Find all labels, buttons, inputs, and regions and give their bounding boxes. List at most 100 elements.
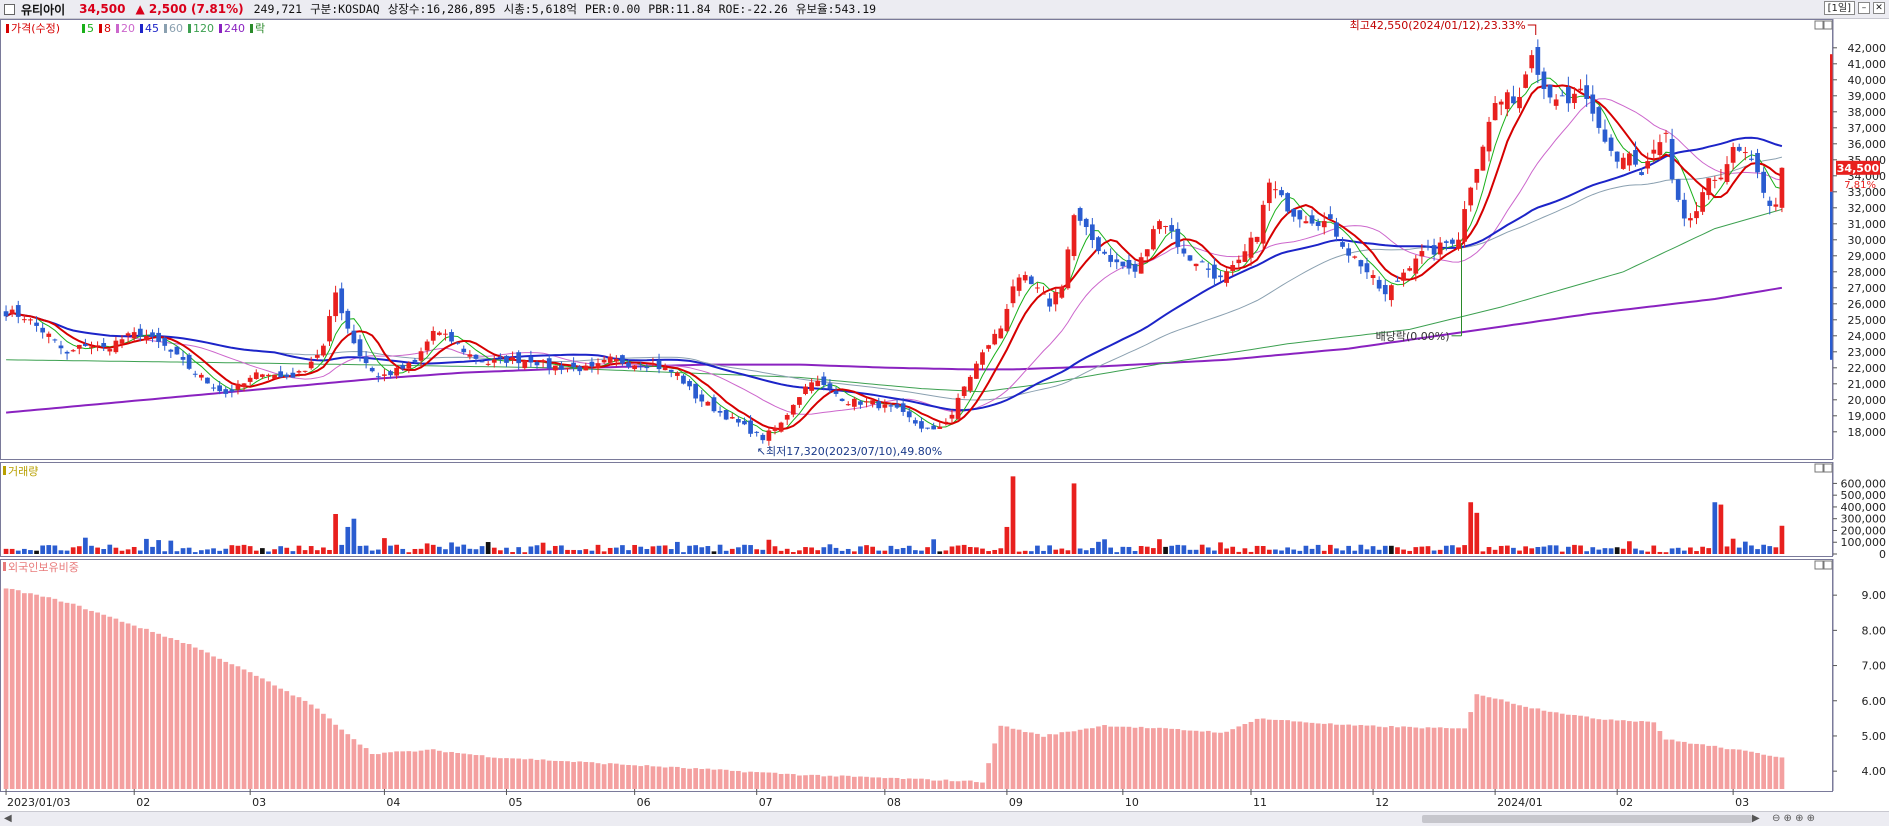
foreign-ratio-bar	[247, 672, 253, 789]
candle-body	[1364, 263, 1370, 273]
candle-body	[845, 404, 851, 406]
foreign-ratio-bar	[1401, 726, 1406, 789]
volume-bar	[168, 540, 174, 554]
scroll-left-icon[interactable]: ◀	[4, 813, 12, 824]
candle-body	[1266, 182, 1272, 204]
foreign-ratio-bar	[76, 605, 82, 789]
volume-bar	[1364, 549, 1370, 554]
volume-bar	[626, 550, 631, 554]
volume-bar	[913, 550, 918, 554]
foreign-ratio-bar	[900, 779, 906, 789]
volume-bar	[162, 551, 168, 554]
foreign-ratio-bar	[687, 768, 692, 789]
candle-body	[589, 361, 595, 367]
volume-pane-frame	[0, 462, 1833, 557]
foreign-ratio-bar	[656, 766, 662, 789]
pane-close-icon	[1823, 560, 1833, 570]
foreign-ratio-bar	[754, 772, 760, 789]
volume-bar	[1004, 526, 1010, 554]
volume-bar	[1218, 542, 1223, 554]
x-tick-label: 07	[759, 796, 773, 809]
volume-bar	[1010, 476, 1016, 554]
volume-bar	[1089, 548, 1095, 554]
candle-body	[577, 366, 583, 372]
foreign-ratio-bar	[455, 753, 461, 789]
zoom-controls-icon[interactable]: ⊖ ⊕ ⊕ ⊕	[1772, 813, 1815, 824]
price-change: ▲ 2,500 (7.81%)	[135, 2, 244, 16]
foreign-ratio-bar	[1608, 719, 1614, 789]
candle-body	[559, 365, 564, 370]
foreign-ratio-bar	[1706, 745, 1712, 789]
volume-bar	[803, 547, 808, 554]
y-tick-label: 22,000	[1848, 362, 1887, 375]
foreign-ratio-bar	[1669, 739, 1675, 789]
foreign-ratio-bar	[827, 775, 833, 789]
foreign-ratio-bar	[1712, 745, 1718, 789]
legend-swatch	[164, 24, 167, 33]
foreign-ratio-bar	[406, 751, 412, 789]
period-button[interactable]: [1일]	[1823, 1, 1855, 15]
volume-bar	[327, 549, 332, 554]
close-icon[interactable]: ✕	[1873, 2, 1885, 14]
volume-bar	[1279, 550, 1284, 554]
foreign-ratio-bar	[95, 612, 100, 789]
candle-body	[174, 346, 180, 355]
volume-bar	[278, 546, 284, 554]
scroll-right-icon[interactable]: ▶	[1752, 813, 1760, 824]
candle-body	[687, 380, 692, 387]
foreign-ratio-bar	[327, 718, 332, 789]
candle-body	[644, 366, 650, 369]
volume-bar	[858, 546, 863, 554]
foreign-ratio-bar	[1742, 750, 1748, 789]
candle-body	[83, 343, 88, 346]
pane-max-icon	[1814, 463, 1824, 473]
candle-body	[1590, 94, 1596, 114]
volume-bar	[1443, 545, 1449, 554]
select-checkbox[interactable]	[4, 3, 15, 15]
volume-bar	[894, 549, 900, 554]
candle-body	[1120, 261, 1126, 267]
foreign-ratio-bar	[937, 780, 943, 789]
candle-body	[1773, 204, 1779, 207]
candle-body	[1407, 268, 1413, 271]
foreign-ratio-bar	[1639, 721, 1644, 789]
candle-body	[351, 330, 357, 344]
foreign-ratio-bar	[1059, 732, 1065, 789]
foreign-ratio-bar	[394, 751, 399, 789]
foreign-ratio-bar	[253, 675, 259, 789]
volume-bar	[510, 552, 515, 554]
volume-bar	[1028, 551, 1034, 554]
volume-bar	[131, 546, 137, 554]
volume-bar	[1254, 545, 1260, 554]
pane-max-icon	[1814, 560, 1824, 570]
volume-bar	[192, 552, 198, 554]
scroll-thumb[interactable]	[1422, 815, 1752, 823]
foreign-ratio-bar	[1511, 703, 1516, 789]
candle-body	[1712, 179, 1718, 181]
candle-body	[162, 337, 168, 346]
candle-body	[1157, 221, 1162, 230]
foreign-ratio-bar	[1395, 727, 1400, 789]
candle-body	[430, 330, 436, 341]
volume-bar	[1724, 546, 1730, 554]
volume-bar	[1486, 547, 1492, 554]
volume-bar	[949, 546, 955, 554]
candle-body	[260, 374, 265, 377]
foreign-ratio-bar	[1480, 695, 1486, 789]
candle-body	[1187, 255, 1193, 261]
volume-bar	[1633, 548, 1638, 554]
minimize-icon[interactable]: –	[1858, 2, 1870, 14]
candle-body	[382, 374, 387, 376]
candle-body	[449, 332, 454, 342]
volume-bar	[345, 526, 351, 554]
candle-body	[1584, 85, 1590, 99]
horizontal-scrollbar[interactable]: ◀ ▶ ⊖ ⊕ ⊕ ⊕	[0, 811, 1889, 826]
volume-bar	[1309, 548, 1315, 554]
volume-bar	[888, 545, 894, 554]
candle-body	[1486, 121, 1492, 152]
foreign-ratio-bar	[162, 636, 168, 789]
volume-bar	[400, 548, 406, 554]
x-tick-label: 2024/01	[1497, 796, 1543, 809]
volume-bar	[577, 550, 583, 554]
foreign-ratio-bar	[15, 590, 21, 789]
